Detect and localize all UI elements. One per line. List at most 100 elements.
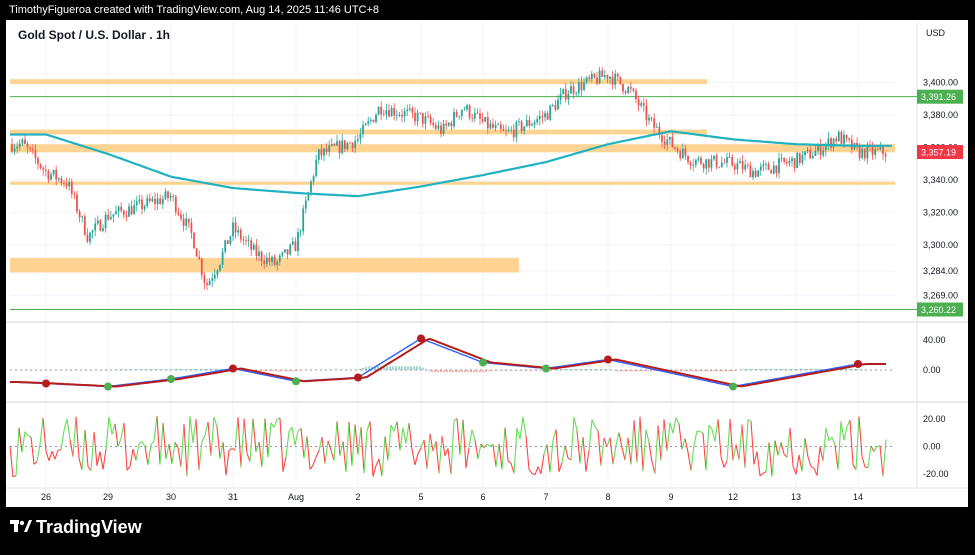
chart-canvas[interactable]: 3,400.003,380.003,360.003,340.003,320.00…: [0, 0, 975, 555]
brand-name: TradingView: [36, 517, 142, 537]
candle-body: [661, 135, 663, 142]
osc-segment: [621, 447, 626, 461]
time-tick-label: 2: [355, 492, 360, 502]
osc-segment: [654, 425, 659, 474]
candle-body: [362, 125, 364, 135]
candle-body: [674, 147, 676, 149]
candle-body: [528, 120, 531, 126]
candle-body: [515, 122, 518, 138]
osc-segment: [336, 421, 341, 456]
candle-body: [835, 138, 838, 142]
osc-segment: [36, 444, 41, 462]
candle-body: [336, 141, 338, 146]
osc-segment: [279, 417, 284, 472]
wave-signal-dot-2: [167, 375, 175, 383]
wave-signal-dot-8: [542, 364, 550, 373]
candle-body: [263, 260, 266, 264]
candle-body: [151, 198, 154, 202]
candle-body: [463, 109, 466, 111]
candle-body: [91, 230, 94, 233]
candle-body: [42, 167, 45, 170]
candle-body: [107, 214, 110, 220]
osc-segment: [150, 440, 155, 445]
osc-segment: [699, 430, 704, 434]
candle-body: [120, 206, 123, 211]
candle-body: [190, 222, 193, 233]
osc-segment: [441, 436, 446, 456]
candle-body: [219, 264, 221, 271]
candle-body: [169, 195, 172, 198]
osc-segment: [426, 433, 431, 469]
candle-body: [94, 223, 97, 231]
osc-segment: [216, 426, 221, 459]
candle-body: [518, 121, 520, 123]
osc-segment: [807, 456, 812, 467]
candle-body: [845, 134, 848, 139]
osc-segment: [78, 458, 83, 471]
candle-body: [291, 241, 294, 245]
tradingview-logo-icon: [10, 517, 32, 538]
osc-segment: [189, 416, 194, 443]
osc-segment: [528, 468, 533, 474]
osc-segment: [540, 453, 545, 474]
sr-zone-0: [10, 79, 707, 85]
candle-body: [125, 215, 128, 217]
candle-body: [520, 121, 523, 131]
candle-body: [679, 151, 682, 159]
candle-body: [416, 112, 419, 122]
candle-body: [611, 76, 614, 85]
candle-body: [765, 163, 767, 165]
osc-segment: [243, 418, 248, 454]
candle-body: [874, 149, 877, 155]
osc-segment: [219, 442, 224, 459]
candle-body: [720, 162, 723, 167]
candle-body: [637, 99, 640, 106]
osc-segment: [333, 421, 338, 461]
candle-body: [564, 89, 567, 100]
osc-segment: [651, 461, 656, 474]
candle-body: [73, 193, 76, 195]
osc-segment: [240, 418, 245, 468]
candle-body: [398, 114, 401, 116]
candle-body: [304, 200, 307, 209]
osc-segment: [141, 441, 146, 447]
candle-body: [726, 157, 728, 163]
candle-body: [650, 117, 653, 119]
osc-segment: [660, 419, 665, 461]
candle-body: [757, 170, 760, 177]
candle-body: [193, 232, 195, 249]
osc-segment: [318, 436, 323, 451]
wave-signal-dot-6: [417, 334, 425, 343]
candle-body: [109, 216, 112, 220]
candle-body: [525, 120, 528, 127]
candle-body: [546, 113, 549, 120]
candle-body: [473, 112, 476, 119]
candle-body: [278, 255, 281, 262]
candle-body: [666, 139, 669, 145]
candle-body: [752, 170, 754, 178]
candle-body: [843, 134, 845, 144]
osc-segment: [840, 421, 845, 441]
osc-segment: [372, 465, 377, 477]
candle-body: [562, 89, 565, 94]
price-label-2: 3,260.22: [921, 305, 956, 315]
osc-segment: [819, 446, 824, 461]
candle-body: [570, 86, 572, 94]
candle-body: [302, 208, 305, 232]
osc-segment: [693, 430, 698, 446]
osc-segment: [408, 423, 413, 450]
candle-body: [60, 178, 63, 184]
candle-body: [510, 129, 513, 131]
candle-body: [609, 76, 611, 79]
candle-body: [791, 158, 793, 161]
osc-segment: [201, 435, 206, 442]
candle-body: [172, 195, 175, 197]
candle-body: [671, 136, 674, 148]
osc-segment: [285, 431, 290, 458]
osc-segment: [390, 424, 395, 432]
candle-body: [13, 148, 16, 152]
osc-segment: [714, 419, 719, 442]
osc-segment: [648, 442, 653, 463]
osc-segment: [570, 417, 575, 460]
osc-segment: [324, 440, 329, 464]
